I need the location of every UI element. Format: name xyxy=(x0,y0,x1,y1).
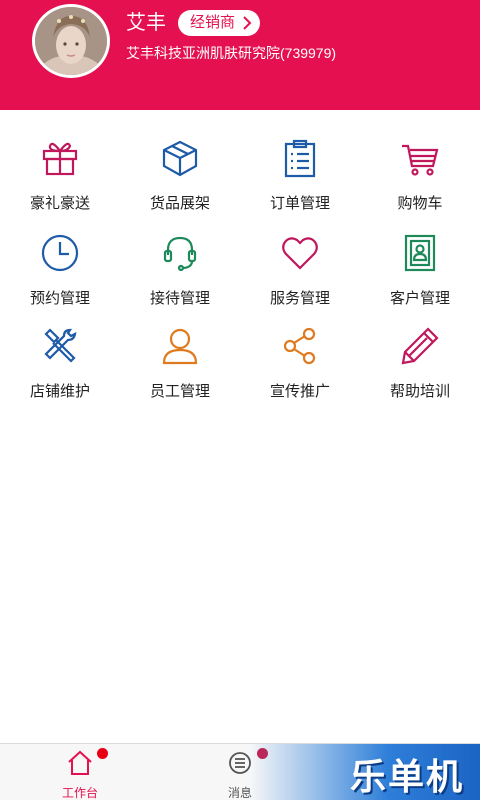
avatar-photo xyxy=(35,7,107,75)
menu-item-services[interactable]: 服务管理 xyxy=(240,233,360,323)
menu-label: 服务管理 xyxy=(269,290,330,307)
menu-label: 订单管理 xyxy=(269,195,330,212)
menu-label: 帮助培训 xyxy=(389,383,450,400)
notification-dot xyxy=(97,748,108,759)
menu-item-gifts[interactable]: 豪礼豪送 xyxy=(0,138,120,228)
menu-label: 宣传推广 xyxy=(269,383,330,400)
headset-icon xyxy=(163,236,197,272)
menu-item-products[interactable]: 货品展架 xyxy=(120,138,240,228)
menu-item-staff[interactable]: 员工管理 xyxy=(120,326,240,416)
menu-label: 店铺维护 xyxy=(29,383,90,400)
menu-label: 预约管理 xyxy=(29,290,90,307)
menu-item-store-maintenance[interactable]: 店铺维护 xyxy=(0,326,120,416)
chevron-right-icon xyxy=(243,16,252,30)
menu-label: 豪礼豪送 xyxy=(29,195,90,212)
menu-item-reception[interactable]: 接待管理 xyxy=(120,233,240,323)
menu-label: 员工管理 xyxy=(149,383,210,400)
clipboard-icon xyxy=(284,139,316,178)
user-icon xyxy=(162,328,198,365)
avatar[interactable] xyxy=(32,4,110,78)
watermark-text: 乐单机 xyxy=(350,757,465,798)
tools-icon xyxy=(44,328,77,363)
menu-label: 接待管理 xyxy=(149,290,210,307)
profile-header: 艾丰 经销商 艾丰科技亚洲肌肤研究院(739979) xyxy=(0,0,480,110)
heart-icon xyxy=(282,237,318,270)
menu-label: 客户管理 xyxy=(389,290,450,307)
menu-label: 购物车 xyxy=(397,195,443,212)
tab-label: 工作台 xyxy=(61,786,98,800)
tab-workbench[interactable]: 工作台 xyxy=(40,744,120,801)
menu-item-help-training[interactable]: 帮助培训 xyxy=(360,326,480,416)
home-icon xyxy=(68,750,92,775)
menu-item-promotion[interactable]: 宣传推广 xyxy=(240,326,360,416)
menu-label: 货品展架 xyxy=(149,195,210,212)
menu-item-orders[interactable]: 订单管理 xyxy=(240,138,360,228)
role-badge-button[interactable]: 经销商 xyxy=(178,10,260,36)
share-icon xyxy=(283,327,316,365)
menu-item-appointments[interactable]: 预约管理 xyxy=(0,233,120,323)
contact-book-icon xyxy=(404,234,436,272)
cart-icon xyxy=(402,144,439,176)
clock-icon xyxy=(41,234,79,272)
role-label: 经销商 xyxy=(190,14,236,31)
menu-item-cart[interactable]: 购物车 xyxy=(360,138,480,228)
menu-item-customers[interactable]: 客户管理 xyxy=(360,233,480,323)
user-name: 艾丰 xyxy=(126,12,166,34)
pencil-icon xyxy=(401,327,439,365)
company-name: 艾丰科技亚洲肌肤研究院(739979) xyxy=(126,45,337,61)
box-icon xyxy=(162,140,198,177)
gift-icon xyxy=(42,142,78,176)
